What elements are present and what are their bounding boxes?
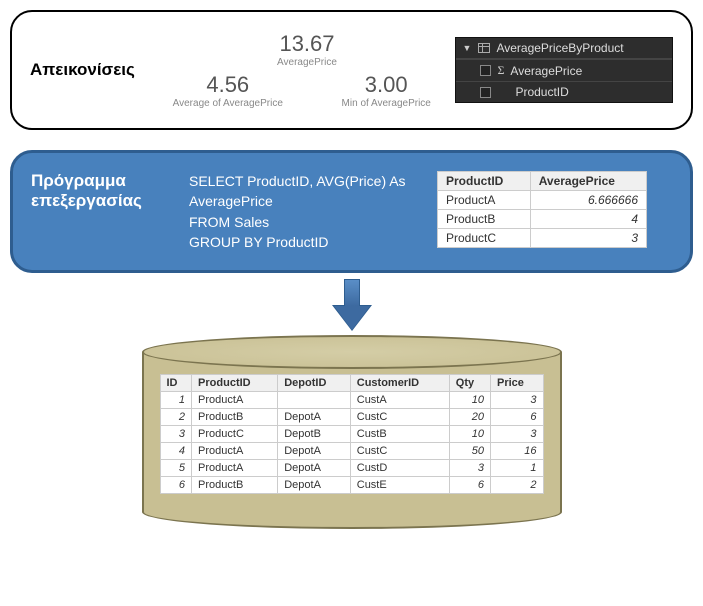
metric-card: 4.56 Average of AveragePrice: [169, 72, 287, 109]
table-icon: [478, 43, 490, 53]
table-row: 4ProductADepotACustC5016: [160, 443, 543, 460]
flow-arrow: [10, 279, 693, 339]
metric-label: Average of AveragePrice: [169, 98, 287, 109]
query-editor-label: Πρόγραμμα επεξεργασίας: [31, 171, 171, 252]
metric-label: AveragePrice: [169, 57, 446, 68]
table-row: ProductC3: [438, 229, 647, 248]
metrics-container: 13.67 AveragePrice 4.56 Average of Avera…: [169, 31, 446, 109]
metric-value: 13.67: [169, 31, 446, 57]
sales-header: ID: [160, 375, 192, 392]
field-label: AveragePrice: [510, 64, 582, 78]
table-row: ProductB4: [438, 210, 647, 229]
fields-panel: ▼ AveragePriceByProduct Σ AveragePrice P…: [455, 37, 673, 103]
field-label: ProductID: [515, 85, 568, 99]
sales-header: Price: [490, 375, 543, 392]
table-row: 3ProductCDepotBCustB103: [160, 426, 543, 443]
result-header: ProductID: [438, 172, 531, 191]
sales-table: IDProductIDDepotIDCustomerIDQtyPrice 1Pr…: [160, 374, 544, 494]
table-row: 6ProductBDepotACustE62: [160, 477, 543, 494]
sigma-icon: Σ: [497, 63, 504, 78]
table-row: 1ProductACustA103: [160, 392, 543, 409]
field-row[interactable]: Σ AveragePrice: [456, 59, 672, 81]
sql-query-text: SELECT ProductID, AVG(Price) As AverageP…: [189, 171, 419, 252]
sales-header: Qty: [449, 375, 490, 392]
metric-value: 4.56: [169, 72, 287, 98]
expand-icon[interactable]: ▼: [462, 43, 472, 53]
fields-table-name: AveragePriceByProduct: [496, 41, 623, 55]
query-result-table: ProductID AveragePrice ProductA6.666666P…: [437, 171, 647, 248]
database-cylinder: IDProductIDDepotIDCustomerIDQtyPrice 1Pr…: [142, 335, 562, 529]
fields-table-header[interactable]: ▼ AveragePriceByProduct: [456, 38, 672, 59]
sales-header: ProductID: [192, 375, 278, 392]
checkbox-icon[interactable]: [480, 65, 491, 76]
visualizations-panel: Απεικονίσεις 13.67 AveragePrice 4.56 Ave…: [10, 10, 693, 130]
metric-card: 3.00 Min of AveragePrice: [327, 72, 445, 109]
visualizations-label: Απεικονίσεις: [30, 60, 159, 80]
sales-header: CustomerID: [350, 375, 449, 392]
checkbox-icon[interactable]: [480, 87, 491, 98]
table-row: ProductA6.666666: [438, 191, 647, 210]
metric-value: 3.00: [327, 72, 445, 98]
metric-card: 13.67 AveragePrice: [169, 31, 446, 68]
sales-header: DepotID: [278, 375, 351, 392]
query-editor-panel: Πρόγραμμα επεξεργασίας SELECT ProductID,…: [10, 150, 693, 273]
table-row: 2ProductBDepotACustC206: [160, 409, 543, 426]
field-row[interactable]: ProductID: [456, 81, 672, 102]
result-header: AveragePrice: [530, 172, 646, 191]
metric-label: Min of AveragePrice: [327, 98, 445, 109]
table-row: 5ProductADepotACustD31: [160, 460, 543, 477]
